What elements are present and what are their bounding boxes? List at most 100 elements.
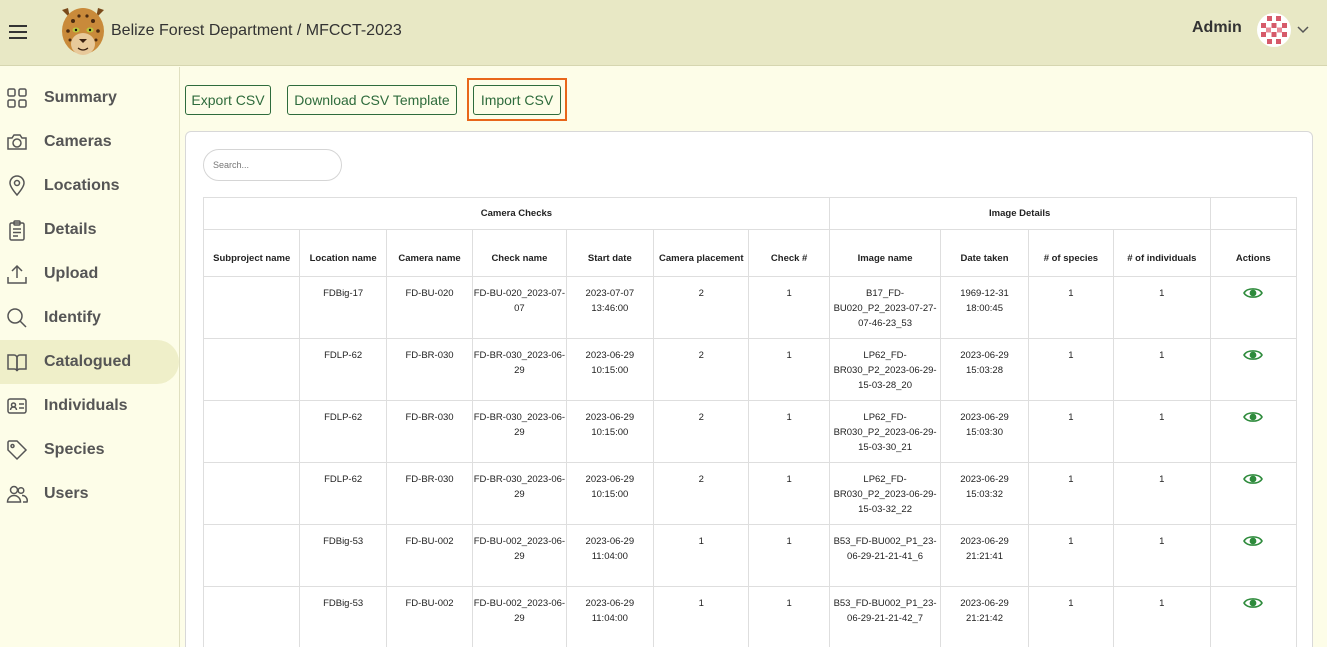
column-header-subproject-name[interactable]: Subproject name [202, 229, 301, 277]
user-name[interactable]: Admin [1192, 19, 1242, 37]
sidebar-item-label: Upload [44, 265, 99, 282]
cell-placement: 2 [653, 276, 750, 339]
upload-icon [7, 264, 27, 284]
cell-species-count: 1 [1027, 276, 1115, 339]
column-header-image-name[interactable]: Image name [828, 229, 942, 277]
cell-individuals-count: 1 [1113, 524, 1211, 587]
cell-camera: FD-BR-030 [385, 338, 474, 401]
grid-icon [7, 88, 27, 108]
cell-subproject [202, 276, 301, 339]
column-header-individuals-count[interactable]: # of individuals [1113, 229, 1211, 277]
sidebar-item-label: Identify [44, 309, 101, 326]
cell-date-taken: 2023-06-29 15:03:32 [940, 462, 1029, 525]
cell-actions [1209, 400, 1298, 463]
column-header-camera-name[interactable]: Camera name [385, 229, 474, 277]
cell-location: FDBig-17 [299, 276, 387, 339]
cell-actions [1209, 586, 1298, 647]
cell-species-count: 1 [1027, 586, 1115, 647]
cell-species-count: 1 [1027, 400, 1115, 463]
sidebar-item-identify[interactable]: Identify [0, 296, 179, 340]
cell-individuals-count: 1 [1113, 586, 1211, 647]
book-icon [7, 354, 27, 372]
cell-subproject [202, 338, 301, 401]
sidebar-item-label: Catalogued [44, 353, 132, 370]
sidebar-item-individuals[interactable]: Individuals [0, 384, 179, 428]
catalogue-table: Camera Checks Image Details Subproject n… [202, 197, 1298, 647]
column-header-actions: Actions [1209, 229, 1298, 277]
sidebar-item-label: Cameras [44, 133, 112, 150]
column-header-start-date[interactable]: Start date [565, 229, 655, 277]
chevron-down-icon[interactable] [1296, 25, 1310, 35]
cell-placement: 1 [653, 586, 750, 647]
menu-icon[interactable] [9, 25, 27, 39]
group-header-camera-checks: Camera Checks [203, 197, 830, 230]
search-input[interactable] [203, 149, 342, 181]
sidebar-item-label: Individuals [44, 397, 128, 414]
cell-placement: 2 [653, 400, 750, 463]
cell-check-number: 1 [748, 276, 830, 339]
app-title: Belize Forest Department / MFCCT-2023 [111, 22, 402, 39]
table-row: FDBig-17 FD-BU-020 FD-BU-020_2023-07-07 … [202, 276, 1298, 339]
sidebar-item-users[interactable]: Users [0, 472, 179, 516]
cell-check-name: FD-BU-020_2023-07-07 [472, 276, 567, 339]
sidebar-item-label: Species [44, 441, 105, 458]
view-eye-icon[interactable] [1243, 347, 1264, 363]
cell-individuals-count: 1 [1113, 462, 1211, 525]
cell-subproject [202, 586, 301, 647]
cell-start-date: 2023-06-29 10:15:00 [565, 462, 655, 525]
cell-start-date: 2023-06-29 10:15:00 [565, 400, 655, 463]
column-header-location-name[interactable]: Location name [299, 229, 387, 277]
cell-check-name: FD-BU-002_2023-06-29 [472, 524, 567, 587]
cell-species-count: 1 [1027, 462, 1115, 525]
cell-check-name: FD-BR-030_2023-06-29 [472, 400, 567, 463]
cell-check-name: FD-BR-030_2023-06-29 [472, 462, 567, 525]
export-csv-button[interactable]: Export CSV [185, 85, 271, 115]
cell-actions [1209, 462, 1298, 525]
sidebar-item-locations[interactable]: Locations [0, 164, 179, 208]
table-row: FDLP-62 FD-BR-030 FD-BR-030_2023-06-29 2… [202, 462, 1298, 525]
tag-icon [7, 440, 28, 461]
table-row: FDBig-53 FD-BU-002 FD-BU-002_2023-06-29 … [202, 586, 1298, 647]
column-header-camera-placement[interactable]: Camera placement [653, 229, 750, 277]
cell-location: FDBig-53 [299, 524, 387, 587]
cell-actions [1209, 338, 1298, 401]
cell-camera: FD-BU-002 [385, 586, 474, 647]
view-eye-icon[interactable] [1243, 595, 1264, 611]
cell-camera: FD-BU-020 [385, 276, 474, 339]
cell-location: FDLP-62 [299, 338, 387, 401]
cell-camera: FD-BR-030 [385, 400, 474, 463]
view-eye-icon[interactable] [1243, 471, 1264, 487]
column-header-check-name[interactable]: Check name [472, 229, 567, 277]
cell-check-number: 1 [748, 462, 830, 525]
sidebar-item-summary[interactable]: Summary [0, 76, 179, 120]
sidebar-item-details[interactable]: Details [0, 208, 179, 252]
cell-check-number: 1 [748, 400, 830, 463]
view-eye-icon[interactable] [1243, 285, 1264, 301]
column-header-check-number[interactable]: Check # [748, 229, 830, 277]
sidebar: Summary Cameras Locations Details Upload… [0, 67, 180, 647]
sidebar-item-cameras[interactable]: Cameras [0, 120, 179, 164]
column-header-date-taken[interactable]: Date taken [940, 229, 1029, 277]
cell-image-name: LP62_FD-BR030_P2_2023-06-29-15-03-32_22 [828, 462, 942, 525]
cell-location: FDLP-62 [299, 400, 387, 463]
id-card-icon [7, 398, 27, 414]
table-row: FDLP-62 FD-BR-030 FD-BR-030_2023-06-29 2… [202, 338, 1298, 401]
cell-date-taken: 2023-06-29 15:03:30 [940, 400, 1029, 463]
sidebar-item-upload[interactable]: Upload [0, 252, 179, 296]
table-row: FDLP-62 FD-BR-030 FD-BR-030_2023-06-29 2… [202, 400, 1298, 463]
column-header-species-count[interactable]: # of species [1027, 229, 1115, 277]
avatar[interactable] [1256, 12, 1292, 48]
view-eye-icon[interactable] [1243, 409, 1264, 425]
sidebar-item-catalogued[interactable]: Catalogued [0, 340, 179, 384]
cell-placement: 1 [653, 524, 750, 587]
download-csv-template-button[interactable]: Download CSV Template [287, 85, 457, 115]
cell-camera: FD-BU-002 [385, 524, 474, 587]
cell-start-date: 2023-06-29 11:04:00 [565, 586, 655, 647]
cell-image-name: LP62_FD-BR030_P2_2023-06-29-15-03-28_20 [828, 338, 942, 401]
cell-location: FDLP-62 [299, 462, 387, 525]
cell-date-taken: 2023-06-29 21:21:41 [940, 524, 1029, 587]
sidebar-item-species[interactable]: Species [0, 428, 179, 472]
clipboard-icon [9, 220, 25, 241]
view-eye-icon[interactable] [1243, 533, 1264, 549]
cell-check-name: FD-BR-030_2023-06-29 [472, 338, 567, 401]
